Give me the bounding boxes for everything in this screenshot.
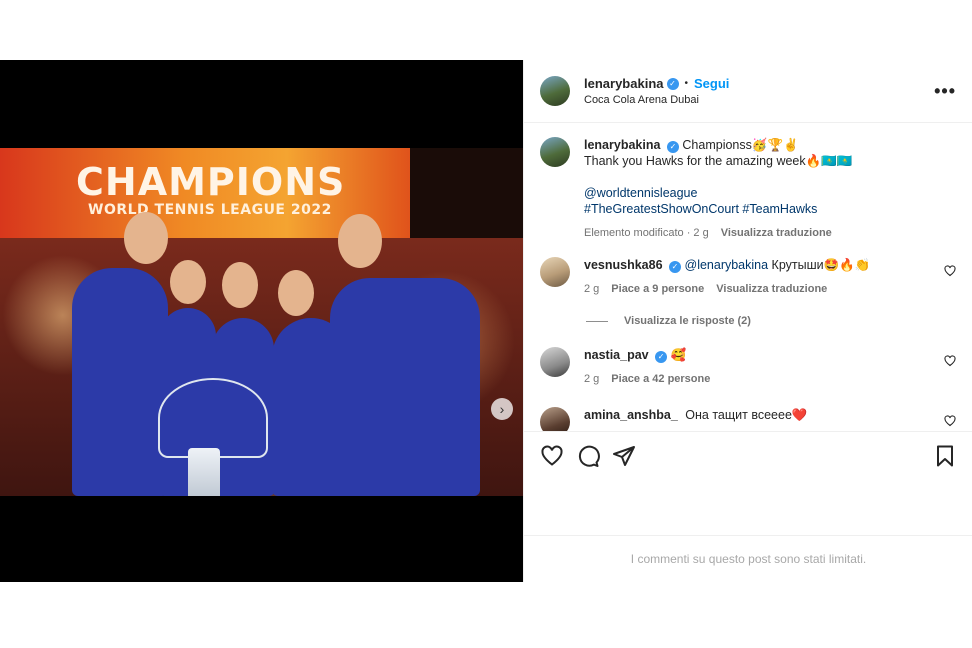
post-header: lenarybakina ✓ • Segui Coca Cola Arena D… bbox=[524, 60, 972, 123]
comments-section: lenarybakina ✓ Championss🥳🏆✌️ Thank you … bbox=[524, 123, 972, 431]
player-head bbox=[338, 214, 382, 268]
replies-divider bbox=[586, 320, 608, 322]
follow-button[interactable]: Segui bbox=[694, 76, 729, 91]
like-comment-heart-icon[interactable] bbox=[944, 265, 956, 277]
post-media: CHAMPIONS WORLD TENNIS LEAGUE 2022 › bbox=[0, 60, 523, 582]
comment-translate-link[interactable]: Visualizza traduzione bbox=[716, 281, 827, 297]
verified-badge-icon: ✓ bbox=[666, 77, 679, 90]
comment-time: 2 g bbox=[584, 283, 600, 295]
comment-likes-link[interactable]: Piace a 9 persone bbox=[611, 281, 704, 297]
comment-text: 🥰 bbox=[670, 348, 687, 362]
caption-translate-link[interactable]: Visualizza traduzione bbox=[721, 225, 832, 241]
view-replies-label: Visualizza le risposte (2) bbox=[624, 315, 751, 327]
banner-subtitle: WORLD TENNIS LEAGUE 2022 bbox=[88, 202, 332, 218]
comment-username[interactable]: amina_anshba_ bbox=[584, 408, 678, 422]
caption-edited-time: Elemento modificato · 2 g bbox=[584, 227, 709, 239]
caption-hashtags[interactable]: #TheGreatestShowOnCourt #TeamHawks bbox=[584, 201, 956, 217]
post-location[interactable]: Coca Cola Arena Dubai bbox=[584, 94, 934, 106]
player-figure bbox=[330, 278, 480, 496]
like-comment-heart-icon[interactable] bbox=[944, 415, 956, 427]
verified-badge-icon: ✓ bbox=[666, 141, 679, 153]
comment-text: Крутыши🤩🔥👏 bbox=[768, 258, 871, 272]
player-head bbox=[124, 212, 168, 264]
post-action-bar bbox=[524, 431, 972, 535]
caption-mention-link[interactable]: @worldtennisleague bbox=[584, 185, 956, 201]
post-container: CHAMPIONS WORLD TENNIS LEAGUE 2022 › len… bbox=[0, 60, 972, 582]
caption-username[interactable]: lenarybakina bbox=[584, 138, 660, 152]
share-send-icon[interactable] bbox=[612, 444, 636, 468]
comment-row: nastia_pav ✓ 🥰 2 g Piace a 42 persone bbox=[540, 347, 956, 387]
author-avatar[interactable] bbox=[540, 76, 570, 106]
more-options-button[interactable]: ••• bbox=[934, 81, 956, 102]
player-head bbox=[222, 262, 258, 308]
like-comment-heart-icon[interactable] bbox=[944, 355, 956, 367]
post-sidebar: lenarybakina ✓ • Segui Coca Cola Arena D… bbox=[523, 60, 972, 582]
player-figure bbox=[72, 268, 168, 496]
separator-dot: • bbox=[684, 78, 689, 89]
comment-row: vesnushka86 ✓ @lenarybakina Крутыши🤩🔥👏 2… bbox=[540, 257, 956, 297]
caption-text-line2: Thank you Hawks for the amazing week🔥🇰🇿🇰… bbox=[584, 154, 853, 168]
commenter-avatar[interactable] bbox=[540, 257, 570, 287]
caption-avatar[interactable] bbox=[540, 137, 570, 167]
commenter-avatar[interactable] bbox=[540, 407, 570, 431]
banner-title: CHAMPIONS bbox=[76, 160, 346, 204]
view-replies-button[interactable]: Visualizza le risposte (2) bbox=[586, 315, 956, 327]
save-bookmark-icon[interactable] bbox=[933, 444, 957, 468]
trophy-wings bbox=[158, 378, 268, 458]
comment-likes-link[interactable]: Piace a 42 persone bbox=[611, 371, 710, 387]
stage-background bbox=[410, 148, 523, 238]
verified-badge-icon: ✓ bbox=[655, 351, 668, 363]
caption-text-line1: Championss🥳🏆✌️ bbox=[682, 138, 799, 152]
trophy bbox=[188, 448, 220, 496]
verified-badge-icon: ✓ bbox=[669, 261, 682, 273]
caption-row: lenarybakina ✓ Championss🥳🏆✌️ Thank you … bbox=[540, 137, 956, 241]
author-username[interactable]: lenarybakina bbox=[584, 76, 664, 91]
comment-mention-link[interactable]: @lenarybakina bbox=[685, 258, 769, 272]
comment-username[interactable]: nastia_pav bbox=[584, 348, 649, 362]
comment-username[interactable]: vesnushka86 bbox=[584, 258, 663, 272]
player-head bbox=[170, 260, 206, 304]
comment-bubble-icon[interactable] bbox=[576, 444, 600, 468]
post-photo[interactable]: CHAMPIONS WORLD TENNIS LEAGUE 2022 › bbox=[0, 148, 523, 496]
comment-time: 2 g bbox=[584, 373, 600, 385]
comment-row: amina_anshba_ Она тащит всееее❤️ bbox=[540, 407, 956, 431]
commenter-avatar[interactable] bbox=[540, 347, 570, 377]
player-head bbox=[278, 270, 314, 316]
like-heart-icon[interactable] bbox=[540, 444, 564, 468]
comment-text: Она тащит всееее❤️ bbox=[685, 408, 808, 422]
carousel-next-button[interactable]: › bbox=[491, 398, 513, 420]
comments-limited-notice: I commenti su questo post sono stati lim… bbox=[524, 535, 972, 582]
